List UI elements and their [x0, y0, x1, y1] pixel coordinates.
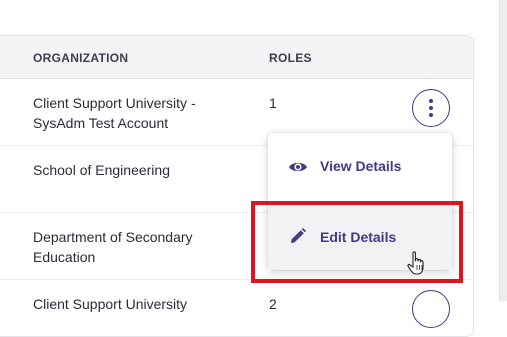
roles-cell: 1	[269, 95, 277, 111]
organization-cell: Department of Secondary Education	[33, 229, 193, 265]
menu-item-view-details[interactable]: View Details	[268, 133, 452, 199]
roles-cell: 2	[269, 296, 277, 312]
organization-cell: School of Engineering	[33, 162, 170, 178]
kebab-icon	[429, 99, 433, 103]
window-scrollbar[interactable]	[499, 0, 507, 301]
hand-cursor-icon	[407, 251, 424, 275]
table-header: ORGANIZATION ROLES	[0, 36, 473, 79]
organization-cell: Client Support University	[33, 296, 188, 312]
kebab-icon-dot	[429, 106, 433, 110]
menu-item-label: View Details	[320, 158, 402, 174]
highlight-box	[251, 201, 463, 283]
column-header-organization[interactable]: ORGANIZATION	[33, 51, 128, 65]
row-actions-button[interactable]	[412, 290, 450, 328]
column-header-roles[interactable]: ROLES	[269, 51, 312, 65]
row-actions-button[interactable]	[412, 89, 450, 127]
kebab-icon-dot	[429, 113, 433, 117]
organization-cell: Client Support University - SysAdm Test …	[33, 95, 196, 131]
table-row[interactable]: Client Support University 2	[0, 280, 473, 336]
eye-icon	[289, 162, 307, 172]
